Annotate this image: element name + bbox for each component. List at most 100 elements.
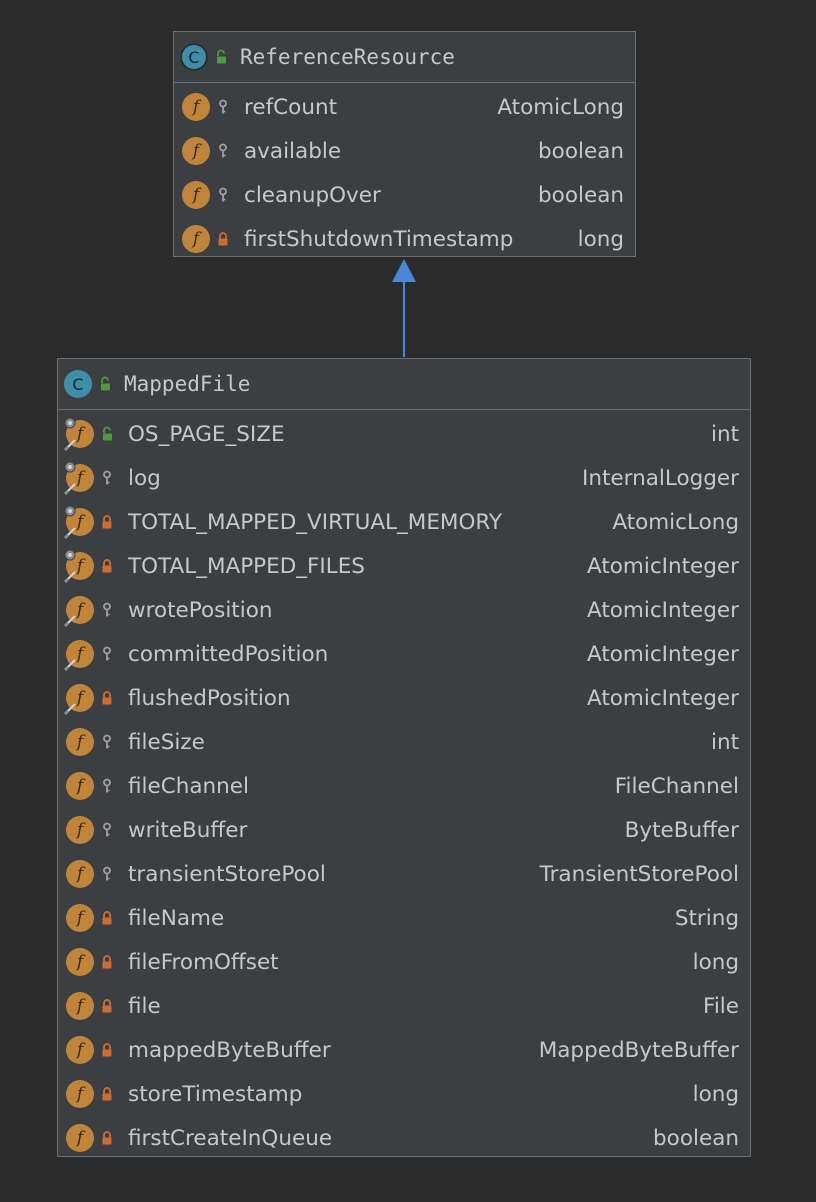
field-row[interactable]: f fileChannel FileChannel — [58, 764, 750, 808]
field-icon: f — [66, 1080, 94, 1108]
field-type: AtomicLong — [612, 509, 739, 535]
field-name: transientStorePool — [128, 861, 326, 887]
field-icon: f — [66, 992, 94, 1020]
field-icon: f — [66, 1036, 94, 1064]
field-type: long — [692, 1081, 739, 1107]
field-name: TOTAL_MAPPED_FILES — [128, 553, 365, 579]
field-row[interactable]: f transientStorePool TransientStorePool — [58, 852, 750, 896]
static-field-icon: f — [64, 417, 94, 451]
class-icon: C — [64, 370, 92, 398]
field-type: long — [577, 226, 624, 252]
field-icon: f — [182, 225, 210, 253]
field-row[interactable]: f storeTimestamp long — [58, 1072, 750, 1116]
field-icon: f — [66, 772, 94, 800]
field-icon: f — [66, 816, 94, 844]
class-box-mapped-file[interactable]: C MappedFile f OS_PAGE_SIZE int f log Interna… — [57, 358, 751, 1157]
field-type: boolean — [538, 138, 624, 164]
private-visibility-icon — [100, 998, 114, 1014]
class-header[interactable]: C ReferenceResource — [174, 32, 635, 83]
field-row[interactable]: f TOTAL_MAPPED_FILES AtomicInteger — [58, 544, 750, 588]
field-name: mappedByteBuffer — [128, 1037, 331, 1063]
field-row[interactable]: f mappedByteBuffer MappedByteBuffer — [58, 1028, 750, 1072]
field-type: TransientStorePool — [539, 861, 739, 887]
field-row[interactable]: f firstCreateInQueue boolean — [58, 1116, 750, 1160]
package-visibility-icon — [100, 822, 114, 838]
field-row[interactable]: f log InternalLogger — [58, 456, 750, 500]
field-type: AtomicInteger — [587, 641, 739, 667]
package-visibility-icon — [216, 99, 230, 115]
field-type: ByteBuffer — [624, 817, 739, 843]
field-name: storeTimestamp — [128, 1081, 303, 1107]
class-name: ReferenceResource — [240, 45, 455, 69]
private-visibility-icon — [100, 690, 114, 706]
field-type: File — [703, 993, 739, 1019]
field-type: int — [710, 729, 739, 755]
private-visibility-icon — [100, 954, 114, 970]
field-name: fileSize — [128, 729, 205, 755]
field-type: int — [710, 421, 739, 447]
field-type: FileChannel — [614, 773, 739, 799]
class-name: MappedFile — [124, 372, 251, 396]
field-name: fileName — [128, 905, 225, 931]
package-visibility-icon — [216, 143, 230, 159]
field-row[interactable]: f wrotePosition AtomicInteger — [58, 588, 750, 632]
field-type: InternalLogger — [582, 465, 739, 491]
package-visibility-icon — [100, 470, 114, 486]
field-name: available — [244, 138, 342, 164]
field-name: log — [128, 465, 161, 491]
field-list: f refCount AtomicLong f available boolean f cle… — [174, 83, 635, 261]
static-field-icon: f — [64, 505, 94, 539]
abstract-class-icon: C — [180, 43, 208, 71]
private-visibility-icon — [100, 1130, 114, 1146]
field-type: boolean — [653, 1125, 739, 1151]
field-icon: f — [66, 860, 94, 888]
public-visibility-icon — [214, 49, 228, 65]
field-name: firstCreateInQueue — [128, 1125, 333, 1151]
field-type: AtomicInteger — [587, 553, 739, 579]
field-icon: f — [64, 640, 94, 671]
field-row[interactable]: f refCount AtomicLong — [174, 85, 635, 129]
field-name: refCount — [244, 94, 338, 120]
field-type: AtomicLong — [497, 94, 624, 120]
private-visibility-icon — [100, 1042, 114, 1058]
field-name: fileFromOffset — [128, 949, 279, 975]
class-box-reference-resource[interactable]: C ReferenceResource f refCount AtomicLong f… — [173, 31, 636, 257]
field-row[interactable]: f committedPosition AtomicInteger — [58, 632, 750, 676]
field-row[interactable]: f writeBuffer ByteBuffer — [58, 808, 750, 852]
field-name: firstShutdownTimestamp — [244, 226, 514, 252]
field-icon: f — [66, 948, 94, 976]
field-name: writeBuffer — [128, 817, 248, 843]
package-visibility-icon — [100, 602, 114, 618]
field-icon: f — [66, 904, 94, 932]
field-name: cleanupOver — [244, 182, 381, 208]
field-row[interactable]: f fileName String — [58, 896, 750, 940]
field-name: OS_PAGE_SIZE — [128, 421, 285, 447]
field-name: TOTAL_MAPPED_VIRTUAL_MEMORY — [128, 509, 503, 535]
package-visibility-icon — [100, 734, 114, 750]
field-row[interactable]: f cleanupOver boolean — [174, 173, 635, 217]
private-visibility-icon — [100, 514, 114, 530]
static-field-icon: f — [64, 549, 94, 583]
field-icon: f — [66, 728, 94, 756]
public-visibility-icon — [98, 376, 112, 392]
arrowhead-icon — [392, 259, 416, 282]
field-row[interactable]: f fileSize int — [58, 720, 750, 764]
field-name: wrotePosition — [128, 597, 273, 623]
field-row[interactable]: f fileFromOffset long — [58, 940, 750, 984]
field-row[interactable]: f OS_PAGE_SIZE int — [58, 412, 750, 456]
private-visibility-icon — [100, 558, 114, 574]
field-icon: f — [182, 181, 210, 209]
field-name: fileChannel — [128, 773, 250, 799]
field-row[interactable]: f firstShutdownTimestamp long — [174, 217, 635, 261]
field-name: flushedPosition — [128, 685, 291, 711]
private-visibility-icon — [100, 1086, 114, 1102]
class-header[interactable]: C MappedFile — [58, 359, 750, 410]
field-row[interactable]: f file File — [58, 984, 750, 1028]
public-visibility-icon — [100, 426, 114, 442]
field-row[interactable]: f TOTAL_MAPPED_VIRTUAL_MEMORY AtomicLong — [58, 500, 750, 544]
field-row[interactable]: f flushedPosition AtomicInteger — [58, 676, 750, 720]
field-row[interactable]: f available boolean — [174, 129, 635, 173]
package-visibility-icon — [100, 778, 114, 794]
field-name: committedPosition — [128, 641, 329, 667]
field-icon: f — [64, 684, 94, 715]
